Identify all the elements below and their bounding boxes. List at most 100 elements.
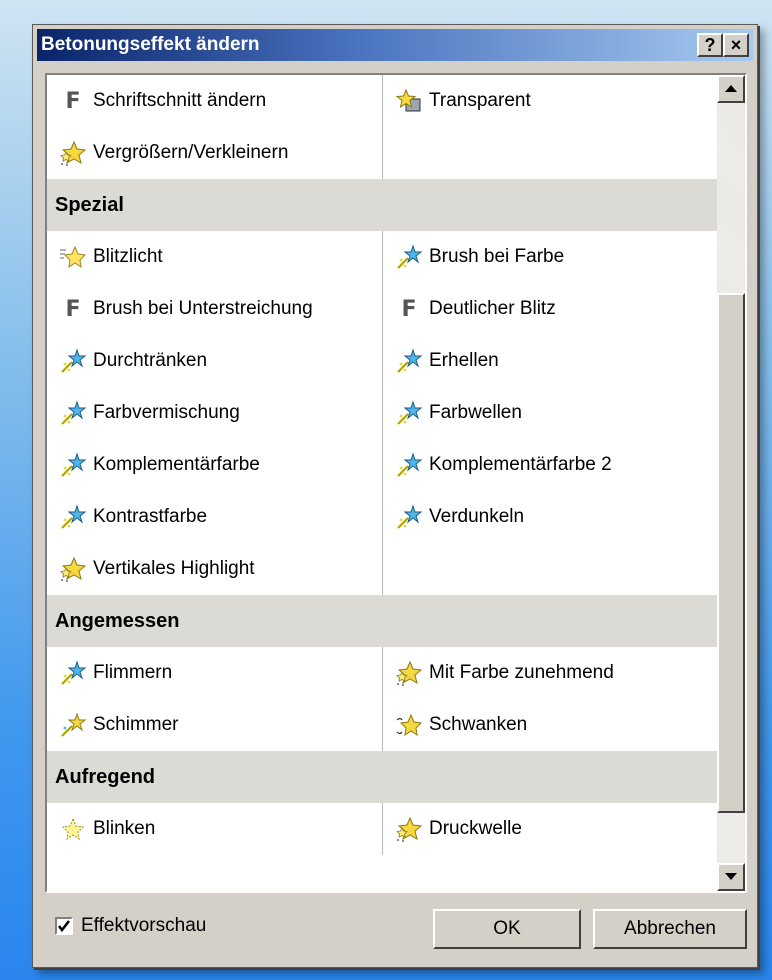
dialog-footer: Effektvorschau OK Abbrechen	[45, 903, 747, 953]
wobble-star-icon	[395, 711, 423, 739]
effect-item-label: Schwanken	[429, 714, 528, 735]
section-label: Angemessen	[55, 609, 180, 632]
effect-item-label: Komplementärfarbe	[93, 454, 260, 475]
effect-item[interactable]: Flimmern	[47, 647, 383, 699]
list-row: Vergrößern/Verkleinern	[47, 127, 719, 179]
list-row: Farbvermischung Farbwellen	[47, 387, 719, 439]
flash-star-icon	[59, 243, 87, 271]
effect-item-label: Kontrastfarbe	[93, 506, 208, 527]
font-f-icon: F	[65, 88, 81, 114]
effect-item-label: Brush bei Unterstreichung	[93, 298, 313, 319]
effect-item[interactable]: Schimmer	[47, 699, 383, 751]
sparkle-gold-icon	[59, 139, 87, 167]
blue-star-wand-icon	[395, 399, 423, 427]
arrow-up-icon	[725, 85, 737, 92]
sparkle-gold-icon	[395, 815, 423, 843]
section-label: Aufregend	[55, 765, 155, 788]
effect-item[interactable]: Druckwelle	[383, 803, 719, 855]
checkmark-icon	[58, 920, 70, 932]
help-button[interactable]: ?	[697, 33, 723, 57]
list-row: Kontrastfarbe Verdunkeln	[47, 491, 719, 543]
effect-item-label: Deutlicher Blitz	[429, 298, 556, 319]
effect-item[interactable]: Blitzlicht	[47, 231, 383, 283]
list-row: F Schriftschnitt ändern Transparent	[47, 75, 719, 127]
close-button[interactable]: ×	[723, 33, 749, 57]
ok-button[interactable]: OK	[433, 909, 581, 949]
list-row: F Brush bei Unterstreichung F Deutlicher Bl…	[47, 283, 719, 335]
effect-item[interactable]: F Brush bei Unterstreichung	[47, 283, 383, 335]
effect-item-label: Blinken	[93, 818, 156, 839]
vertical-scrollbar[interactable]	[717, 75, 745, 891]
effect-item-label: Brush bei Farbe	[429, 246, 565, 267]
effect-item-label: Mit Farbe zunehmend	[429, 662, 614, 683]
effect-item[interactable]: Transparent	[383, 75, 719, 127]
list-row: Komplementärfarbe Komplementärfarbe 2	[47, 439, 719, 491]
sparkle-gold-icon	[395, 659, 423, 687]
checkbox-box[interactable]	[55, 917, 73, 935]
section-label: Spezial	[55, 193, 124, 216]
blue-star-wand-icon	[395, 503, 423, 531]
gold-star-wand-icon	[59, 711, 87, 739]
effect-item[interactable]: Vergrößern/Verkleinern	[47, 127, 383, 179]
effect-item[interactable]: Farbwellen	[383, 387, 719, 439]
effect-item[interactable]: F Schriftschnitt ändern	[47, 75, 383, 127]
effect-item[interactable]: F Deutlicher Blitz	[383, 283, 719, 335]
cancel-button[interactable]: Abbrechen	[593, 909, 747, 949]
section-header: Aufregend	[47, 751, 719, 803]
effect-item[interactable]: Schwanken	[383, 699, 719, 751]
effect-item[interactable]: Komplementärfarbe	[47, 439, 383, 491]
section-header: Angemessen	[47, 595, 719, 647]
effect-item[interactable]: Vertikales Highlight	[47, 543, 383, 595]
effect-item[interactable]: Mit Farbe zunehmend	[383, 647, 719, 699]
blue-star-wand-icon	[59, 659, 87, 687]
scroll-up-button[interactable]	[717, 75, 745, 103]
effect-item-label: Blitzlicht	[93, 246, 163, 267]
blue-star-wand-icon	[59, 347, 87, 375]
change-emphasis-effect-dialog: Betonungseffekt ändern ? × F Schriftschni…	[32, 24, 758, 968]
effect-item-label: Flimmern	[93, 662, 173, 683]
effect-item-label: Schriftschnitt ändern	[93, 90, 267, 111]
blue-star-wand-icon	[395, 347, 423, 375]
list-row: Blitzlicht Brush bei Farbe	[47, 231, 719, 283]
effect-item-label: Farbwellen	[429, 402, 522, 423]
effect-item-label: Verdunkeln	[429, 506, 525, 527]
effect-item[interactable]: Kontrastfarbe	[47, 491, 383, 543]
effect-item-label: Durchtränken	[93, 350, 208, 371]
blink-star-icon	[59, 815, 87, 843]
empty-cell	[383, 127, 719, 179]
effect-list-content: F Schriftschnitt ändern Transparent Vergröß…	[47, 75, 719, 891]
font-f-icon: F	[401, 296, 417, 322]
effect-item[interactable]: Verdunkeln	[383, 491, 719, 543]
effect-item-label: Vergrößern/Verkleinern	[93, 142, 289, 163]
effect-item-label: Schimmer	[93, 714, 179, 735]
effect-item[interactable]: Durchtränken	[47, 335, 383, 387]
title-bar[interactable]: Betonungseffekt ändern ? ×	[37, 29, 753, 61]
effect-item-label: Komplementärfarbe 2	[429, 454, 612, 475]
effect-item[interactable]: Blinken	[47, 803, 383, 855]
blue-star-wand-icon	[395, 451, 423, 479]
effect-item[interactable]: Farbvermischung	[47, 387, 383, 439]
scroll-thumb[interactable]	[717, 293, 745, 813]
empty-cell	[383, 543, 719, 595]
effect-item-label: Erhellen	[429, 350, 499, 371]
effect-item-label: Druckwelle	[429, 818, 522, 839]
dialog-title: Betonungseffekt ändern	[41, 34, 260, 55]
effect-item[interactable]: Komplementärfarbe 2	[383, 439, 719, 491]
arrow-down-icon	[725, 873, 737, 880]
list-row: Blinken Druckwelle	[47, 803, 719, 855]
effect-item-label: Vertikales Highlight	[93, 558, 255, 579]
list-row: Durchtränken Erhellen	[47, 335, 719, 387]
transparent-star-icon	[395, 87, 423, 115]
blue-star-wand-icon	[59, 399, 87, 427]
effect-item-label: Transparent	[429, 90, 531, 111]
effect-preview-checkbox[interactable]: Effektvorschau	[55, 915, 206, 937]
font-f-icon: F	[65, 296, 81, 322]
blue-star-wand-icon	[59, 451, 87, 479]
effect-item[interactable]: Erhellen	[383, 335, 719, 387]
scroll-down-button[interactable]	[717, 863, 745, 891]
effect-list: F Schriftschnitt ändern Transparent Vergröß…	[45, 73, 747, 893]
sparkle-gold-icon	[59, 555, 87, 583]
effect-item[interactable]: Brush bei Farbe	[383, 231, 719, 283]
blue-star-wand-icon	[59, 503, 87, 531]
list-row: Schimmer Schwanken	[47, 699, 719, 751]
